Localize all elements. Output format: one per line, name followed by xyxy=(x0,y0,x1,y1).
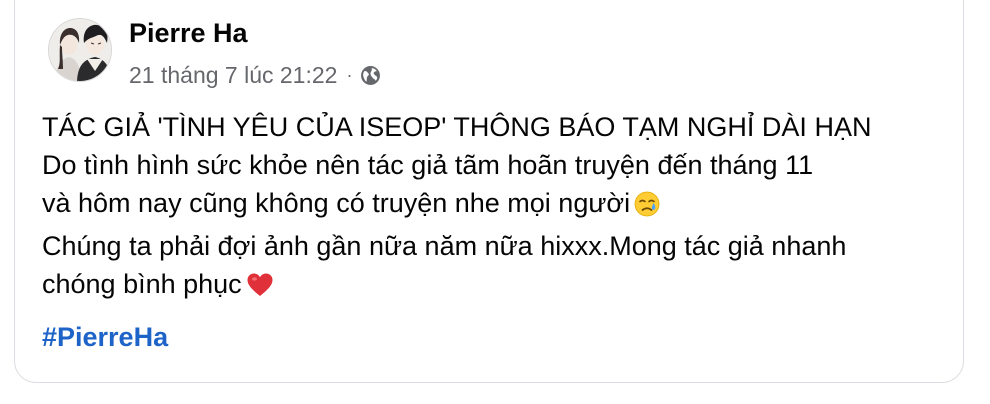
post-text: TÁC GIẢ 'TÌNH YÊU CỦA ISEOP' THÔNG BÁO T… xyxy=(42,108,952,308)
post-line-4: Chúng ta phải đợi ảnh gần nữa năm nữa hi… xyxy=(42,231,847,261)
post-meta: 21 tháng 7 lúc 21:22 · xyxy=(129,62,381,89)
avatar[interactable] xyxy=(48,18,112,82)
post-line-5: chóng bình phục xyxy=(42,265,952,308)
red-heart-emoji xyxy=(246,270,274,308)
globe-icon[interactable] xyxy=(360,65,381,86)
post-line-2: Do tình hình sức khỏe nên tác giả tãm ho… xyxy=(42,150,814,180)
post-line-5-text: chóng bình phục xyxy=(42,269,242,299)
crying-face-emoji xyxy=(634,189,660,227)
meta-separator: · xyxy=(346,65,353,85)
author-name[interactable]: Pierre Ha xyxy=(129,18,248,49)
post-line-3: và hôm nay cũng không có truyện nhe mọi … xyxy=(42,184,952,227)
page: Pierre Ha 21 tháng 7 lúc 21:22 · TÁC GIẢ… xyxy=(0,0,990,404)
post-line-3-text: và hôm nay cũng không có truyện nhe mọi … xyxy=(42,188,631,218)
post-timestamp[interactable]: 21 tháng 7 lúc 21:22 xyxy=(129,62,337,89)
avatar-illustration xyxy=(49,19,111,81)
post-line-1: TÁC GIẢ 'TÌNH YÊU CỦA ISEOP' THÔNG BÁO T… xyxy=(42,112,872,142)
hashtag-link[interactable]: #PierreHa xyxy=(42,322,168,353)
